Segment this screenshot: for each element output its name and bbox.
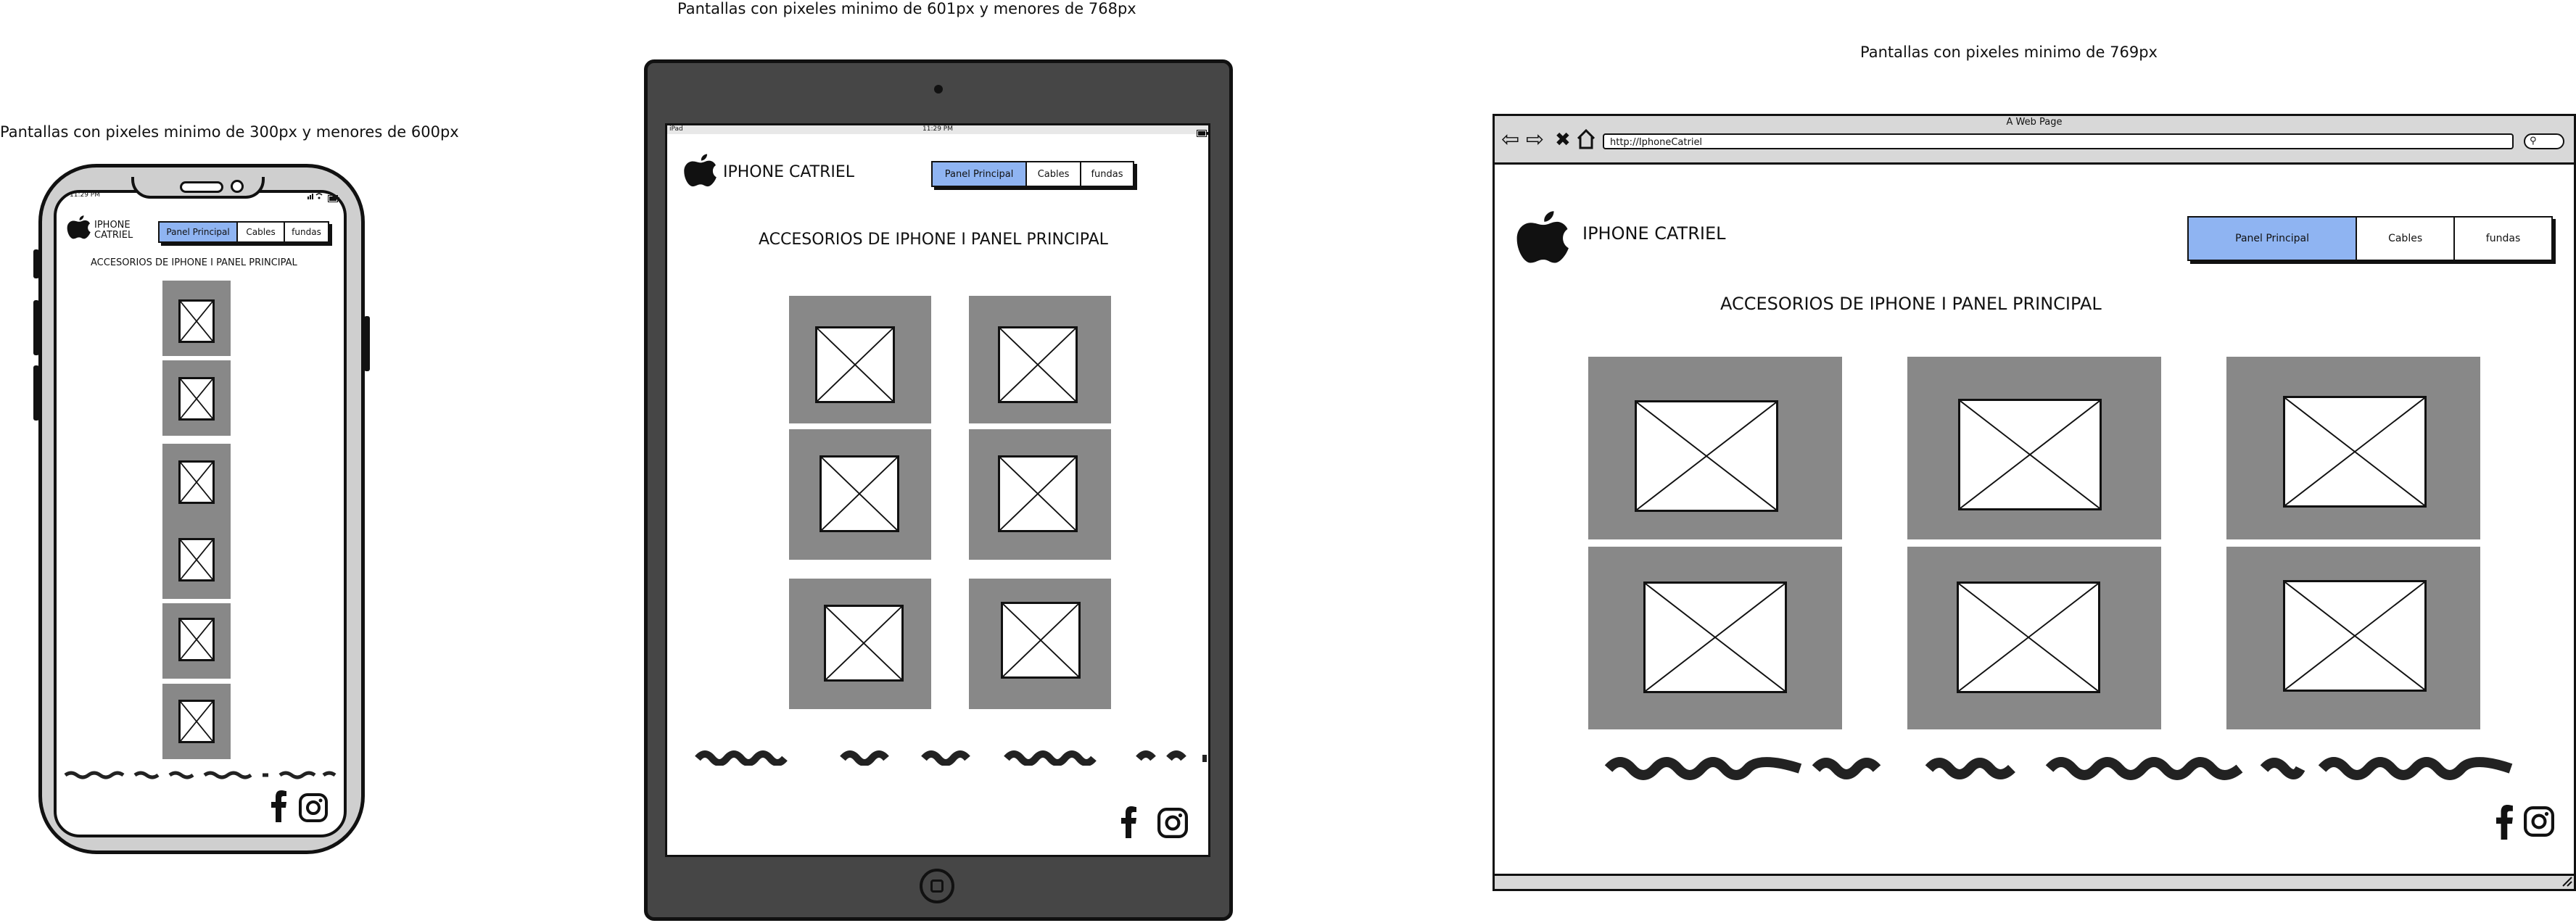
phone-footer-text-scribble <box>64 769 337 782</box>
phone-page-title: ACCESORIOS DE IPHONE I PANEL PRINCIPAL <box>91 257 297 268</box>
image-placeholder-icon <box>178 377 215 421</box>
phone-nav-tabs: Panel Principal Cables fundas <box>158 221 329 243</box>
browser-status-bar <box>1493 874 2576 891</box>
tablet-brand: IPHONE CATRIEL <box>723 163 855 181</box>
tablet-caption: Pantallas con pixeles minimo de 601px y … <box>677 0 1136 17</box>
image-placeholder-icon <box>178 299 215 343</box>
tablet-page-title: ACCESORIOS DE IPHONE I PANEL PRINCIPAL <box>759 231 1108 249</box>
tab-cables[interactable]: Cables <box>1027 162 1082 186</box>
forward-arrow-icon[interactable]: ⇨ <box>1526 129 1544 151</box>
phone-caption: Pantallas con pixeles minimo de 300px y … <box>0 123 459 141</box>
tab-panel-principal[interactable]: Panel Principal <box>933 162 1028 186</box>
battery-icon <box>328 191 339 205</box>
image-placeholder-icon <box>178 460 215 504</box>
apple-logo-icon <box>684 151 717 190</box>
battery-icon <box>1197 126 1208 140</box>
image-placeholder-icon <box>820 455 899 532</box>
image-placeholder-icon <box>1635 400 1778 512</box>
apple-logo-icon <box>1514 206 1572 267</box>
tablet-status-time: 11:29 PM <box>922 125 953 133</box>
facebook-icon[interactable] <box>2496 805 2514 843</box>
phone-brand: IPHONE CATRIEL <box>94 220 133 241</box>
tab-fundas[interactable]: fundas <box>1081 162 1133 186</box>
image-placeholder-icon <box>178 618 215 661</box>
desktop-brand: IPHONE CATRIEL <box>1582 223 1726 244</box>
image-placeholder-icon <box>1001 602 1081 679</box>
search-icon[interactable]: ⚲ <box>2524 133 2564 149</box>
facebook-icon[interactable] <box>1121 806 1137 841</box>
tab-cables[interactable]: Cables <box>2357 218 2456 260</box>
desktop-footer-text-scribble <box>1604 751 2514 783</box>
home-icon[interactable] <box>1577 128 1595 152</box>
tab-panel-principal[interactable]: Panel Principal <box>2189 218 2358 260</box>
instagram-icon[interactable] <box>1157 808 1188 841</box>
back-arrow-icon[interactable]: ⇦ <box>1501 129 1519 151</box>
browser-title: A Web Page <box>2006 117 2063 128</box>
wifi-icon <box>307 190 326 204</box>
image-placeholder-icon <box>1957 581 2100 693</box>
image-placeholder-icon <box>824 605 904 682</box>
facebook-icon[interactable] <box>271 790 287 825</box>
tab-fundas[interactable]: fundas <box>2455 218 2551 260</box>
desktop-nav-tabs: Panel Principal Cables fundas <box>2187 216 2553 261</box>
tablet-status-left: iPad <box>669 125 683 133</box>
image-placeholder-icon <box>1643 581 1787 693</box>
desktop-page-title: ACCESORIOS DE IPHONE I PANEL PRINCIPAL <box>1720 294 2102 314</box>
phone-power-button <box>364 316 370 371</box>
instagram-icon[interactable] <box>2524 806 2554 840</box>
phone-status-time: 11:29 PM <box>70 191 100 199</box>
apple-logo-icon <box>67 213 91 242</box>
phone-camera <box>231 180 244 193</box>
address-bar[interactable]: http://IphoneCatriel <box>1603 133 2514 149</box>
image-placeholder-icon <box>1958 399 2102 510</box>
image-placeholder-icon <box>178 700 215 743</box>
tablet-nav-tabs: Panel Principal Cables fundas <box>931 161 1134 187</box>
desktop-caption: Pantallas con pixeles minimo de 769px <box>1860 44 2158 61</box>
tab-fundas[interactable]: fundas <box>285 223 328 241</box>
image-placeholder-icon <box>178 538 215 581</box>
tablet-camera <box>934 85 943 94</box>
stop-icon[interactable]: ✖ <box>1555 129 1571 151</box>
image-placeholder-icon <box>998 455 1078 532</box>
phone-speaker <box>180 181 223 193</box>
image-placeholder-icon <box>815 326 895 403</box>
image-placeholder-icon <box>2283 580 2427 692</box>
instagram-icon[interactable] <box>299 793 328 825</box>
resize-grip-icon[interactable] <box>2560 876 2573 890</box>
tab-panel-principal[interactable]: Panel Principal <box>160 223 239 241</box>
tablet-footer-text-scribble <box>695 747 1208 769</box>
image-placeholder-icon <box>998 326 1078 403</box>
tab-cables[interactable]: Cables <box>238 223 286 241</box>
image-placeholder-icon <box>2283 396 2427 508</box>
home-button-icon <box>930 879 944 893</box>
